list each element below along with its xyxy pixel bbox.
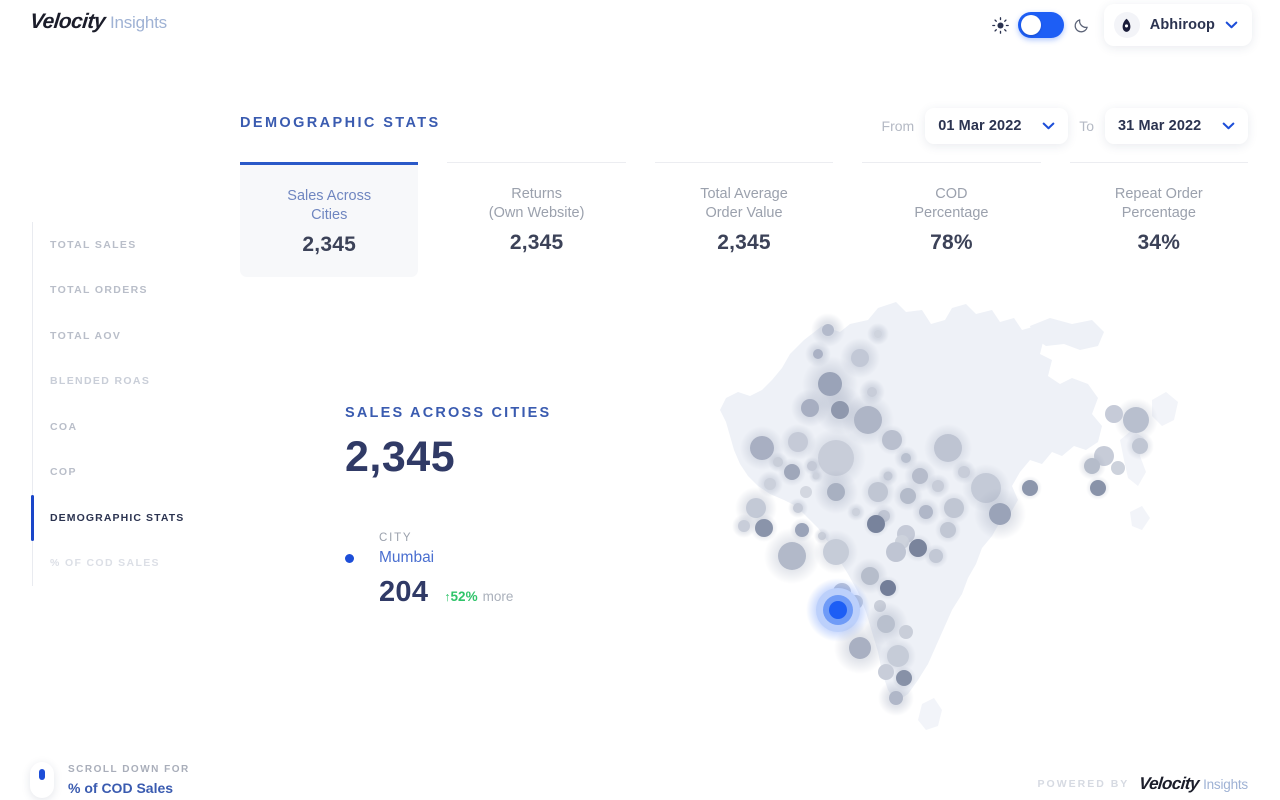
sidebar-item-cop[interactable]: COP — [33, 450, 222, 496]
date-to-select[interactable]: 31 Mar 2022 — [1105, 108, 1248, 144]
tab-value: 2,345 — [717, 231, 771, 254]
sidebar-item-blended-roas[interactable]: BLENDED ROAS — [33, 359, 222, 405]
city-delta-value: 52% — [450, 589, 478, 604]
metric-tabs: Sales Across Cities 2,345 Returns (Own W… — [240, 162, 1249, 277]
sidebar-item-pct-cod-sales[interactable]: % OF COD SALES — [33, 541, 222, 587]
sidebar-item-total-orders[interactable]: TOTAL ORDERS — [33, 268, 222, 314]
tab-cod-percentage[interactable]: COD Percentage 78% — [862, 162, 1041, 277]
kpi-value: 2,345 — [345, 433, 456, 481]
tab-label: Total Average Order Value — [700, 186, 788, 221]
sidebar-item-label: % OF COD SALES — [50, 557, 160, 570]
sidebar-item-label: TOTAL ORDERS — [50, 284, 148, 297]
user-name: Abhiroop — [1149, 17, 1215, 33]
theme-toggle[interactable] — [1017, 12, 1064, 38]
date-from-label: From — [881, 118, 915, 134]
tab-repeat-order-percentage[interactable]: Repeat Order Percentage 34% — [1069, 162, 1249, 277]
tab-value: 78% — [930, 231, 973, 254]
sidebar-item-coa[interactable]: COA — [33, 404, 222, 450]
sidebar-item-demographic-stats[interactable]: DEMOGRAPHIC STATS — [31, 495, 222, 541]
city-row: Mumbai — [345, 549, 645, 567]
date-from-value: 01 Mar 2022 — [938, 118, 1022, 134]
tab-value: 34% — [1137, 231, 1181, 254]
sidebar-item-total-aov[interactable]: TOTAL AOV — [33, 313, 222, 359]
city-label: CITY — [379, 532, 413, 544]
sidebar-item-label: BLENDED ROAS — [50, 375, 151, 388]
kpi-title: SALES ACROSS CITIES — [345, 405, 552, 421]
mouse-scroll-icon — [30, 762, 54, 798]
sidebar-item-label: COP — [50, 466, 77, 479]
kpi-panel: SALES ACROSS CITIES 2,345 — [345, 405, 551, 482]
tab-label: Returns (Own Website) — [488, 186, 585, 221]
tab-label: COD Percentage — [914, 186, 989, 221]
dashboard-page: Velocity Insights Abhiroop TOTAL SALES T… — [0, 0, 1280, 800]
header-controls: Abhiroop — [991, 4, 1252, 46]
tab-sales-across-cities[interactable]: Sales Across Cities 2,345 — [240, 162, 419, 277]
india-bubble-map[interactable] — [700, 280, 1220, 750]
tab-label: Repeat Order Percentage — [1114, 186, 1203, 221]
sidebar-item-label: COA — [50, 420, 78, 433]
mouse-wheel-icon — [39, 769, 45, 780]
brand-logo: Velocity Insights — [28, 10, 167, 34]
footer-brand-main: Velocity — [1138, 774, 1201, 793]
date-range-picker: From 01 Mar 2022 To 31 Mar 2022 — [882, 108, 1248, 144]
powered-by-label: POWERED BY — [1037, 778, 1130, 790]
date-to-label: To — [1079, 118, 1094, 134]
avatar-logo-icon — [1122, 18, 1131, 32]
brand-name-sub: Insights — [109, 13, 167, 32]
city-delta: ↑52% — [444, 589, 477, 604]
scroll-down-hint[interactable]: SCROLL DOWN FOR % of COD Sales — [30, 762, 190, 798]
sidebar-item-label: TOTAL AOV — [50, 329, 122, 342]
page-title: DEMOGRAPHIC STATS — [240, 115, 441, 131]
app-header: Velocity Insights Abhiroop — [0, 0, 1280, 48]
city-highlight: CITY Mumbai 204 ↑52% more — [345, 532, 645, 609]
tab-value: 2,345 — [302, 233, 356, 256]
sidebar-item-total-sales[interactable]: TOTAL SALES — [33, 222, 222, 268]
city-value: 204 — [379, 576, 429, 608]
map-svg — [720, 302, 1178, 730]
tab-value: 2,345 — [509, 231, 564, 254]
tab-returns-own-website[interactable]: Returns (Own Website) 2,345 — [447, 162, 626, 277]
chevron-down-icon[interactable] — [1222, 122, 1235, 130]
sidebar-nav: TOTAL SALES TOTAL ORDERS TOTAL AOV BLEND… — [31, 222, 222, 587]
scroll-hint-top: SCROLL DOWN FOR — [68, 764, 190, 775]
avatar — [1113, 12, 1140, 38]
theme-switch[interactable] — [991, 12, 1090, 38]
city-stat: 204 ↑52% more — [379, 576, 645, 609]
moon-icon[interactable] — [1073, 17, 1090, 34]
date-to-value: 31 Mar 2022 — [1118, 118, 1202, 134]
chevron-down-icon[interactable] — [1225, 21, 1238, 29]
tab-total-average-order-value[interactable]: Total Average Order Value 2,345 — [654, 162, 834, 277]
scroll-hint-bottom: % of COD Sales — [68, 780, 174, 796]
date-from-select[interactable]: 01 Mar 2022 — [925, 108, 1069, 144]
sun-icon[interactable] — [991, 16, 1009, 34]
theme-toggle-knob — [1020, 15, 1041, 35]
user-menu[interactable]: Abhiroop — [1103, 4, 1252, 46]
sidebar-item-label: TOTAL SALES — [50, 238, 137, 251]
city-delta-suffix: more — [482, 589, 514, 604]
powered-by: POWERED BY Velocity Insights — [1037, 774, 1249, 794]
sidebar-item-label: DEMOGRAPHIC STATS — [50, 511, 185, 524]
tab-label: Sales Across Cities — [287, 188, 372, 223]
scroll-hint-text: SCROLL DOWN FOR % of COD Sales — [68, 764, 190, 796]
chevron-down-icon[interactable] — [1042, 122, 1055, 130]
city-name: Mumbai — [379, 549, 435, 566]
city-dot-icon — [345, 553, 354, 563]
brand-name-main: Velocity — [28, 10, 107, 33]
footer-brand-sub: Insights — [1203, 776, 1248, 792]
